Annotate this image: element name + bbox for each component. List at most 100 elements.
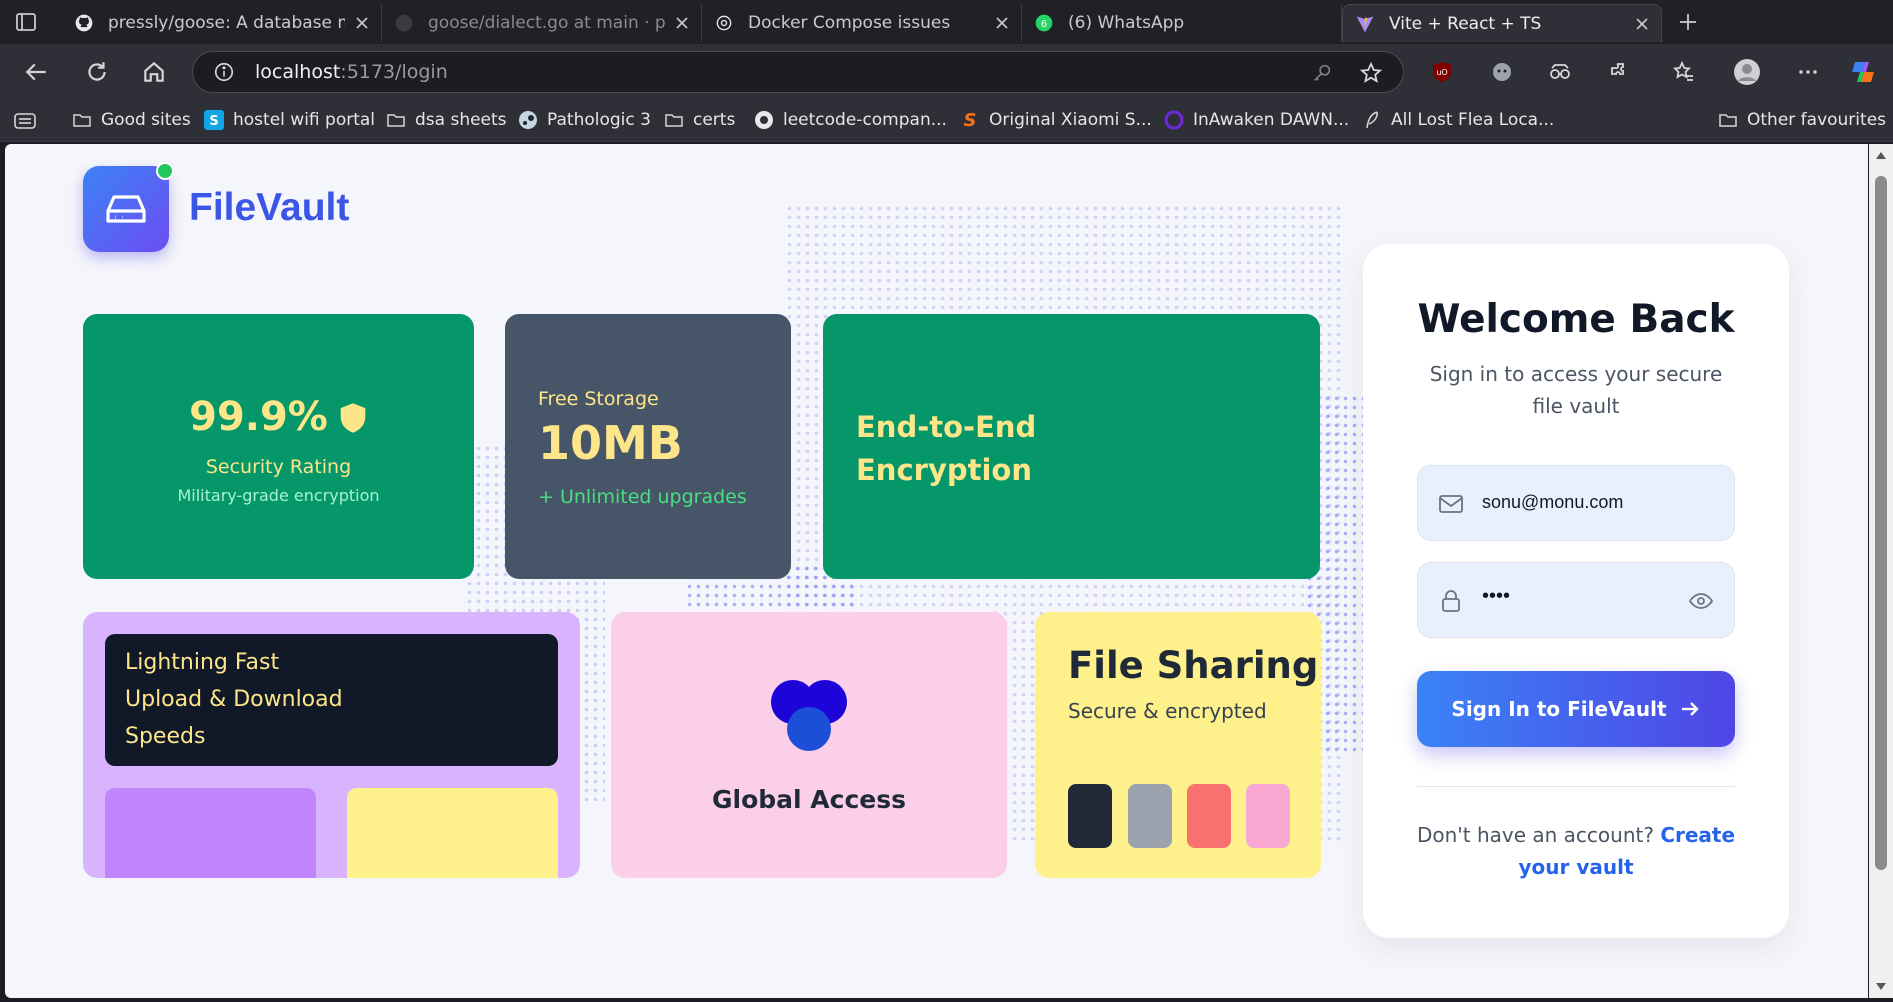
- favourite-star-icon[interactable]: [1359, 61, 1383, 85]
- show-password-icon[interactable]: [1688, 589, 1714, 613]
- close-tab-icon[interactable]: [355, 16, 369, 30]
- folder-icon: [73, 114, 91, 127]
- address-bar[interactable]: localhost:5173/login: [192, 51, 1404, 93]
- site-s-icon: S: [204, 110, 224, 130]
- status-dot: [156, 162, 174, 180]
- svg-text:uO: uO: [1436, 68, 1447, 77]
- storage-card: Free Storage 10MB + Unlimited upgrades: [505, 314, 791, 579]
- security-card: 99.9% Security Rating Military-grade enc…: [83, 314, 474, 579]
- login-panel: Welcome Back Sign in to access your secu…: [1363, 244, 1789, 938]
- extensions-puzzle-icon[interactable]: [1608, 60, 1632, 84]
- email-field[interactable]: sonu@monu.com: [1417, 465, 1735, 541]
- password-field[interactable]: ••••: [1417, 562, 1735, 638]
- chatgpt-icon: [716, 15, 732, 31]
- bookmark-label: hostel wifi portal: [233, 110, 376, 130]
- bookmark-pathologic[interactable]: Pathologic 3: [518, 110, 651, 130]
- sign-in-button[interactable]: Sign In to FileVault: [1417, 671, 1735, 747]
- reading-mode-icon[interactable]: [14, 113, 36, 129]
- divider: [1417, 786, 1735, 787]
- ublock-icon[interactable]: uO: [1430, 60, 1454, 84]
- copilot-icon[interactable]: [1849, 58, 1877, 86]
- key-icon[interactable]: [1311, 62, 1333, 84]
- page-scrollbar[interactable]: [1869, 144, 1893, 998]
- bookmark-certs[interactable]: certs: [664, 110, 735, 130]
- login-subtitle: Sign in to access your secure file vault: [1429, 362, 1723, 418]
- speed-banner: Lightning Fast Upload & Download Speeds: [105, 634, 558, 766]
- profile-avatar-icon[interactable]: [1733, 58, 1761, 86]
- tab-actions-icon[interactable]: [14, 10, 38, 34]
- bookmark-label: Good sites: [101, 110, 191, 130]
- app-logo: [83, 166, 169, 252]
- site-info-icon[interactable]: [213, 61, 235, 83]
- global-title: Global Access: [711, 785, 906, 814]
- feather-icon: [1366, 111, 1378, 129]
- inawaken-icon: [1164, 110, 1184, 130]
- github-icon: [395, 14, 413, 32]
- scroll-thumb[interactable]: [1875, 176, 1887, 870]
- close-tab-icon[interactable]: [1635, 17, 1649, 31]
- bookmark-label: Pathologic 3: [547, 110, 651, 130]
- speed-line: Lightning Fast: [125, 650, 280, 675]
- tab-title: Vite + React + TS: [1389, 13, 1542, 34]
- bookmark-leetcode[interactable]: leetcode-compan...: [754, 110, 947, 130]
- home-icon[interactable]: [141, 59, 167, 85]
- page-viewport: FileVault 99.9% Security Rating Military…: [5, 144, 1868, 998]
- github-icon: [755, 111, 773, 129]
- folder-icon: [387, 114, 405, 127]
- file-sharing-card: File Sharing Secure & encrypted: [1035, 612, 1321, 878]
- close-tab-icon[interactable]: [675, 16, 689, 30]
- color-swatch: [1068, 784, 1112, 848]
- global-access-card: Global Access: [611, 612, 1007, 878]
- mail-icon: [1439, 495, 1463, 513]
- url-host: localhost: [255, 61, 341, 83]
- svg-text:S: S: [964, 110, 977, 130]
- sharing-title: File Sharing: [1068, 644, 1319, 687]
- security-label: Security Rating: [205, 456, 352, 478]
- whatsapp-badge: 6: [1041, 19, 1047, 30]
- speed-line: Speeds: [125, 724, 206, 749]
- tab-whatsapp[interactable]: 6 (6) WhatsApp: [1022, 4, 1342, 42]
- bookmark-label: InAwaken DAWN...: [1193, 110, 1350, 130]
- speed-line: Upload & Download: [125, 687, 343, 712]
- bookmark-label: leetcode-compan...: [783, 110, 947, 130]
- favourites-icon[interactable]: [1672, 60, 1696, 84]
- github-icon: [75, 14, 93, 32]
- tab-vite-react[interactable]: Vite + React + TS: [1342, 4, 1662, 42]
- extension-glasses-icon[interactable]: [1548, 60, 1572, 84]
- e2e-title: End-to-End Encryption: [856, 410, 1037, 487]
- arrow-right-icon: [1681, 702, 1699, 716]
- bookmark-label: Other favourites: [1747, 110, 1887, 130]
- reload-icon[interactable]: [84, 59, 110, 85]
- bookmark-inawaken[interactable]: InAwaken DAWN...: [1164, 110, 1349, 130]
- speed-card: Lightning Fast Upload & Download Speeds: [83, 612, 580, 878]
- storage-value: 10MB: [538, 416, 683, 470]
- color-swatch: [1187, 784, 1231, 848]
- tab-title: Docker Compose issues: [748, 13, 951, 33]
- close-tab-icon[interactable]: [995, 16, 1009, 30]
- bookmark-hostel-wifi[interactable]: S hostel wifi portal: [204, 110, 375, 130]
- bookmark-dsa-sheets[interactable]: dsa sheets: [386, 110, 507, 130]
- bookmark-good-sites[interactable]: Good sites: [72, 110, 191, 130]
- new-tab-icon[interactable]: [1676, 10, 1700, 34]
- bookmarks-bar: Good sites S hostel wifi portal dsa shee…: [0, 100, 1893, 142]
- tab-title: pressly/goose: A database migr: [108, 13, 345, 33]
- tab-goose-dialect[interactable]: goose/dialect.go at main · press: [382, 4, 702, 42]
- scroll-down-arrow[interactable]: [1876, 983, 1886, 990]
- e2e-card: End-to-End Encryption: [823, 314, 1320, 579]
- back-icon[interactable]: [24, 59, 50, 85]
- bookmark-label: All Lost Flea Loca...: [1391, 110, 1555, 130]
- email-value: sonu@monu.com: [1482, 492, 1624, 512]
- bookmark-lost-flea[interactable]: All Lost Flea Loca...: [1362, 110, 1554, 130]
- security-value: 99.9%: [189, 394, 328, 440]
- bookmark-other-favourites[interactable]: Other favourites: [1718, 110, 1886, 130]
- extension-face-icon[interactable]: [1490, 60, 1514, 84]
- folder-icon: [1719, 114, 1737, 127]
- bookmark-xiaomi[interactable]: S Original Xiaomi S...: [960, 110, 1152, 130]
- scroll-up-arrow[interactable]: [1876, 152, 1886, 159]
- tab-docker-compose[interactable]: Docker Compose issues: [702, 4, 1022, 42]
- more-menu-icon[interactable]: [1796, 60, 1820, 84]
- tab-goose-repo[interactable]: pressly/goose: A database migr: [62, 4, 382, 42]
- bookmark-label: Original Xiaomi S...: [989, 110, 1152, 130]
- storage-sub: + Unlimited upgrades: [538, 486, 747, 508]
- color-swatch: [1246, 784, 1290, 848]
